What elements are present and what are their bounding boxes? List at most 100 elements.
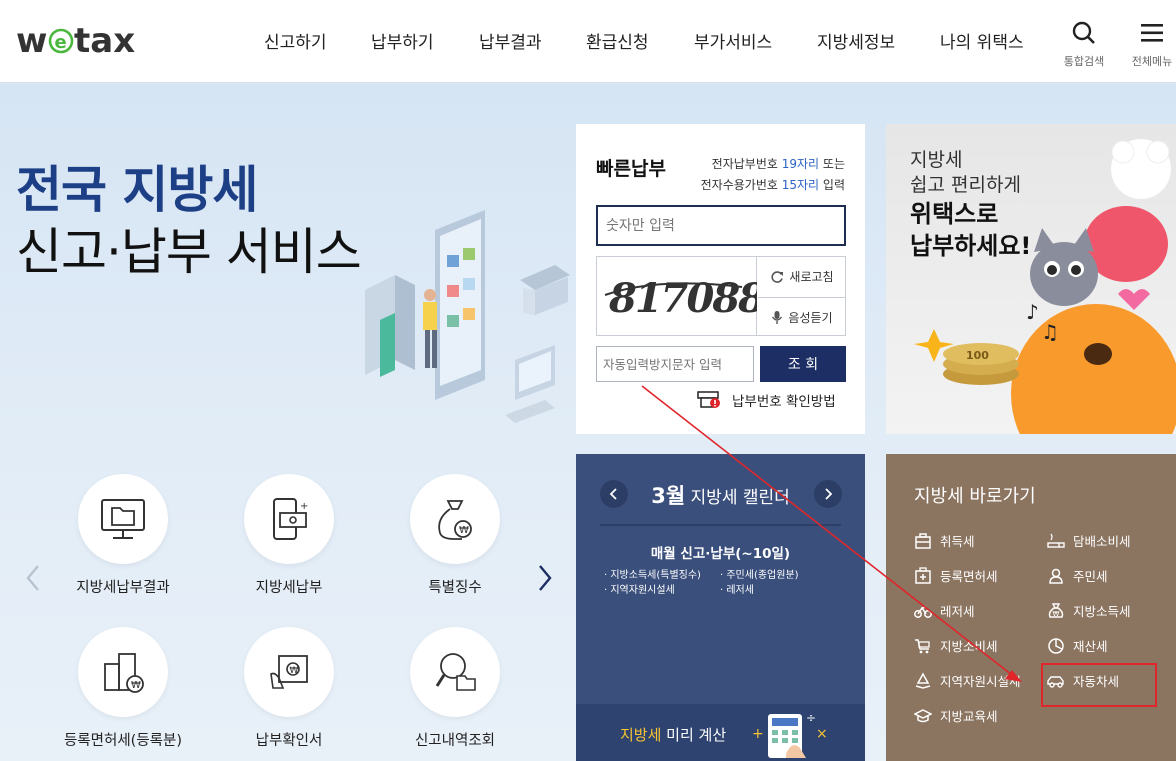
lookup-button[interactable]: 조 회: [760, 346, 846, 382]
promo-banner[interactable]: 지방세 쉽고 편리하게 위택스로 납부하세요! 100 ♪ ♫: [886, 124, 1176, 434]
svg-text:×: ×: [816, 726, 828, 742]
calendar-subtitle: 매월 신고·납부(~10일): [650, 546, 791, 562]
hero-illustration: [365, 210, 570, 423]
shortcut-title: 지방세 바로가기: [914, 486, 1036, 507]
magnifier-folder-icon: [410, 627, 500, 717]
shortcut-local-consumption-tax[interactable]: 지방소비세: [914, 636, 998, 655]
tax-calendar-panel: 3월 지방세 캘린더 매월 신고·납부(~10일) · 지방소득세(특별징수) …: [576, 454, 865, 761]
service-label: 지방세납부결과: [76, 580, 170, 596]
hero-title-line2: 신고·납부 서비스: [16, 223, 362, 281]
desc-text: 또는: [819, 157, 845, 171]
calendar-item[interactable]: · 지역자원시설세: [604, 583, 675, 598]
shortcut-label: 등록면허세: [940, 569, 998, 584]
shortcut-leisure-tax[interactable]: 레저세: [914, 601, 975, 620]
svg-text:♫: ♫: [1041, 320, 1059, 344]
captcha-image: 817088: [597, 257, 767, 335]
svg-text:♪: ♪: [1026, 300, 1039, 324]
shortcut-label: 레저세: [940, 604, 975, 619]
captcha-audio-button[interactable]: 음성듣기: [758, 297, 846, 336]
nav-my-wetax[interactable]: 나의 위택스: [940, 28, 1024, 53]
license-icon: [915, 566, 931, 584]
money-bag-icon: ₩: [1048, 602, 1064, 618]
calendar-month: 3월: [651, 484, 686, 508]
nav-pay[interactable]: 납부하기: [371, 28, 434, 53]
calendar-item-label: 지방소득세(특별징수): [610, 570, 701, 581]
menu-label: 전체메뉴: [1131, 55, 1173, 68]
shortcut-label: 담배소비세: [1073, 534, 1131, 549]
services-prev-arrow[interactable]: [24, 563, 42, 601]
service-label: 신고내역조회: [414, 733, 496, 749]
svg-text:₩: ₩: [1053, 610, 1060, 618]
mascot-illustration: 100 ♪ ♫: [914, 139, 1176, 434]
svg-text:÷: ÷: [806, 711, 816, 725]
calendar-item[interactable]: · 지방소득세(특별징수): [604, 568, 701, 583]
shortcut-regional-resource-tax[interactable]: 지역자원시설세: [914, 671, 1021, 690]
shortcut-resident-tax[interactable]: 주민세: [1047, 566, 1108, 585]
shortcut-local-income-tax[interactable]: ₩ 지방소득세: [1047, 601, 1131, 620]
nav-local-tax-info[interactable]: 지방세정보: [817, 28, 895, 53]
shortcut-label: 지방소득세: [1073, 604, 1131, 619]
cart-icon: [915, 638, 930, 653]
menu-button[interactable]: 전체메뉴: [1124, 20, 1176, 69]
chevron-right-icon: [539, 565, 552, 591]
tax-calculator-link[interactable]: 지방세 미리 계산 + ÷ ×: [576, 704, 865, 761]
calendar-item[interactable]: · 레저세: [720, 583, 754, 598]
calendar-item[interactable]: · 주민세(종업원분): [720, 568, 799, 583]
recycle-icon: [915, 671, 931, 689]
svg-text:+: +: [300, 501, 308, 512]
pie-chart-icon: [1048, 637, 1064, 654]
chevron-left-icon: [26, 565, 39, 591]
service-label: 등록면허세(등록분): [63, 733, 183, 749]
services-next-arrow[interactable]: [536, 563, 554, 601]
desc-highlight: 19자리: [781, 157, 820, 171]
bicycle-icon: [914, 605, 932, 618]
shortcut-acquisition-tax[interactable]: 취득세: [914, 531, 975, 550]
service-special-collection[interactable]: ₩ 특별징수: [408, 474, 502, 597]
payment-number-input[interactable]: [596, 205, 846, 246]
shortcut-label: 지방교육세: [940, 709, 998, 724]
calendar-item-label: 지역자원시설세: [610, 585, 675, 596]
shortcut-property-tax[interactable]: 재산세: [1047, 636, 1108, 655]
captcha-input[interactable]: [596, 346, 754, 382]
quick-pay-panel: 빠른납부 전자납부번호 19자리 또는 전자수용가번호 15자리 입력 8170…: [576, 124, 865, 434]
nav-report[interactable]: 신고하기: [264, 28, 327, 53]
calculator-icon: + ÷ ×: [752, 711, 828, 758]
service-registration-license[interactable]: ₩ 등록면허세(등록분): [64, 627, 182, 750]
shortcut-label: 지방소비세: [940, 639, 998, 654]
service-label: 지방세납부: [255, 580, 323, 596]
service-label: 납부확인서: [255, 733, 323, 749]
shortcut-local-education-tax[interactable]: 지방교육세: [914, 706, 998, 725]
calculator-text: 미리 계산: [661, 726, 727, 744]
calendar-title-text: 지방세 캘린더: [685, 488, 790, 508]
payment-number-help-link[interactable]: 납부번호 확인방법: [696, 390, 836, 410]
shortcut-label: 지역자원시설세: [940, 674, 1021, 689]
site-header: w e tax 신고하기 납부하기 납부결과 환급신청 부가서비스 지방세정보 …: [0, 0, 1176, 83]
receipt-hand-icon: ₩: [244, 627, 334, 717]
search-icon: [1072, 21, 1095, 44]
briefcase-icon: [915, 532, 931, 549]
service-payment-certificate[interactable]: ₩ 납부확인서: [242, 627, 336, 750]
captcha-box: 817088 새로고침 음성듣기: [596, 256, 846, 336]
svg-text:₩: ₩: [290, 666, 299, 676]
nav-extra-service[interactable]: 부가서비스: [694, 28, 772, 53]
shortcut-tobacco-tax[interactable]: 담배소비세: [1047, 531, 1131, 550]
service-pay-result[interactable]: 지방세납부결과: [76, 474, 170, 597]
service-local-tax-pay[interactable]: + 지방세납부: [242, 474, 336, 597]
search-button[interactable]: 통합검색: [1056, 20, 1112, 69]
calendar-divider: [600, 524, 841, 526]
calculator-label: 지방세 미리 계산: [620, 724, 726, 745]
calculator-highlight: 지방세: [620, 726, 662, 744]
quick-pay-title: 빠른납부: [596, 158, 666, 180]
nav-pay-result[interactable]: 납부결과: [479, 28, 542, 53]
help-link-label: 납부번호 확인방법: [732, 394, 836, 410]
calendar-item-label: 레저세: [726, 585, 754, 596]
captcha-refresh-button[interactable]: 새로고침: [758, 257, 846, 296]
building-won-icon: ₩: [78, 627, 168, 717]
shortcut-registration-license-tax[interactable]: 등록면허세: [914, 566, 998, 585]
calendar-next-button[interactable]: [814, 480, 842, 508]
monitor-folder-icon: [78, 474, 168, 564]
refresh-label: 새로고침: [789, 270, 834, 284]
nav-refund[interactable]: 환급신청: [586, 28, 649, 53]
service-report-history[interactable]: 신고내역조회: [408, 627, 502, 750]
audio-label: 음성듣기: [788, 310, 833, 325]
